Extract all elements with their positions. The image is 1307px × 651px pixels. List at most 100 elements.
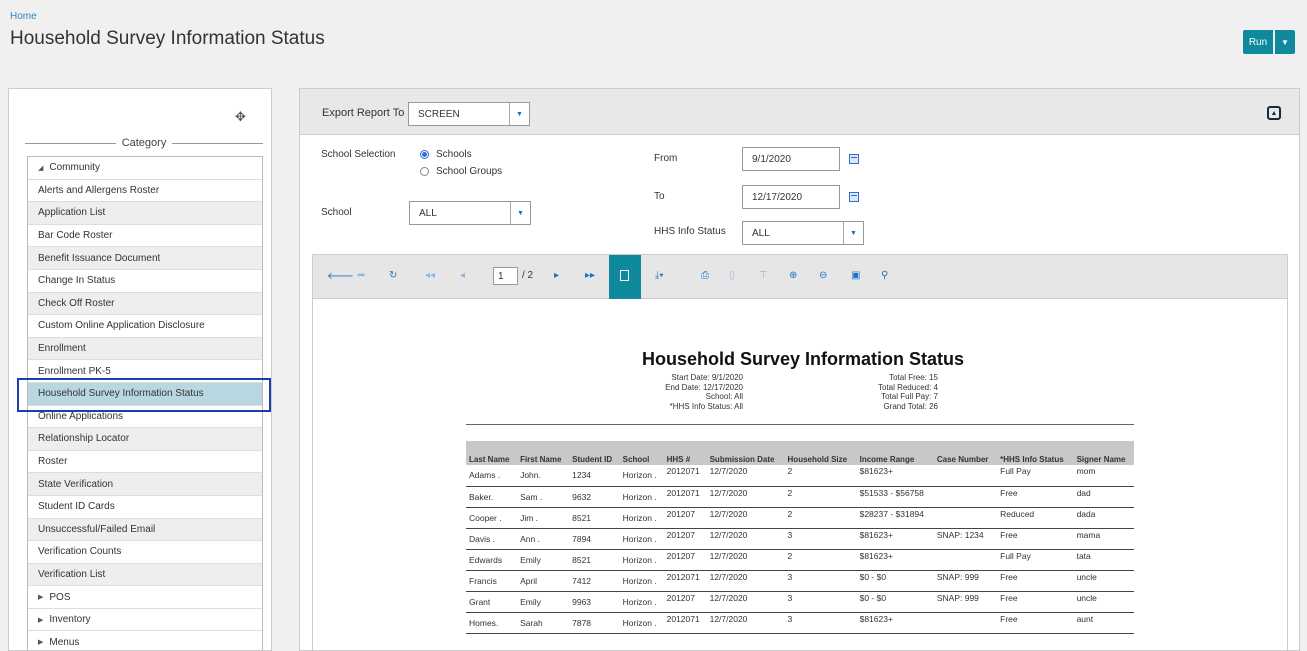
next-page-icon[interactable]: ▸ [554,270,559,281]
table-cell: Sarah [517,612,570,634]
previous-page-icon: ◂ [460,270,466,281]
table-cell: 9632 [569,486,620,508]
sidebar-item[interactable]: Unsuccessful/Failed Email [28,518,262,542]
sidebar-item-label: Enrollment PK-5 [38,365,111,377]
move-icon[interactable]: ✥ [235,109,246,125]
caret-down-icon: ◢ [38,164,44,172]
column-header: Submission Date [706,441,785,465]
table-cell: 3 [784,528,857,550]
sidebar-item-label: Verification Counts [38,546,122,558]
table-cell: Horizon . [619,465,664,487]
radio-schools[interactable] [420,150,429,159]
radio-school-groups[interactable] [420,167,429,176]
viewer-toolbar: 🡐 ➦ ↻ ◂◂ ◂ 1 / 2 ▸ ▸▸ ⤓▾ ⎙ ▯ ⊤ ⊕ ⊖ ▣ ⚲ [313,255,1287,299]
table-cell: 12/7/2020 [706,465,785,487]
calendar-icon[interactable] [849,154,859,164]
table-row: Davis . Ann . 7894 Horizon . 201207 12/7/2020… [466,528,1134,550]
report-options-panel: Export Report To SCREEN ▼ ▲ School Selec… [299,88,1300,651]
sidebar-item[interactable]: Enrollment PK-5 [28,360,262,383]
hhs-status-select[interactable]: ALL ▼ [742,221,864,245]
sidebar-item-label: Custom Online Application Disclosure [38,320,205,332]
breadcrumb-home[interactable]: Home [10,11,37,22]
table-cell: Free [997,612,1074,634]
column-header: HHS # [663,441,707,465]
to-date-input[interactable]: 12/17/2020 [742,185,840,209]
zoom-out-icon[interactable]: ⊖ [819,270,827,281]
column-header: Case Number [933,441,998,465]
table-cell: 2 [784,486,857,508]
collapse-icon[interactable]: ▲ [1267,106,1281,120]
zoom-in-icon[interactable]: ⊕ [789,270,797,281]
sidebar-item[interactable]: Custom Online Application Disclosure [28,315,262,338]
column-header: Income Range [856,441,934,465]
back-icon[interactable]: 🡐 [327,270,354,282]
run-options-dropdown[interactable]: ▼ [1275,30,1295,54]
sidebar-item[interactable]: Change In Status [28,270,262,293]
table-row: Francis April 7412 Horizon . 2012071 12/7/202… [466,570,1134,592]
sidebar-item[interactable]: Application List [28,202,262,225]
table-cell: uncle [1073,570,1134,592]
column-header: Household Size [784,441,857,465]
table-cell: Horizon . [619,507,664,529]
print-page-icon: ▯ [729,270,735,281]
table-cell: $51533 - $56758 [856,486,934,508]
sidebar-item[interactable]: Bar Code Roster [28,225,262,248]
sidebar-item-label: Change In Status [38,275,116,287]
export-select[interactable]: SCREEN ▼ [408,102,530,126]
sidebar-item[interactable]: Enrollment [28,337,262,361]
sidebar-item[interactable]: Household Survey Information Status [28,382,262,406]
sidebar-item[interactable]: Verification List [28,563,262,587]
school-selection-label: School Selection [321,149,396,160]
refresh-icon[interactable]: ↻ [389,270,397,281]
sidebar-item-label: Bar Code Roster [38,230,113,242]
table-cell: SNAP: 999 [933,591,998,613]
sidebar-item[interactable]: ◢ Community [28,157,262,180]
sidebar-item[interactable]: Alerts and Allergens Roster [28,180,262,203]
export-icon[interactable]: ⤓▾ [655,270,664,281]
table-cell: April [517,570,570,592]
sidebar-item[interactable]: Check Off Roster [28,292,262,316]
fit-page-icon[interactable]: ▣ [851,270,860,281]
last-page-icon[interactable]: ▸▸ [585,270,595,281]
table-cell: 12/7/2020 [706,528,785,550]
from-date-input[interactable]: 9/1/2020 [742,147,840,171]
calendar-icon[interactable] [849,192,859,202]
search-icon[interactable]: ⚲ [881,270,888,281]
sidebar-item[interactable]: Roster [28,451,262,474]
school-select[interactable]: ALL ▼ [409,201,531,225]
column-header: Signer Name [1073,441,1134,465]
chevron-down-icon: ▼ [510,202,530,224]
sidebar-item[interactable]: State Verification [28,473,262,496]
sidebar-item-label: Roster [38,456,68,468]
sidebar-item[interactable]: ▶ POS [28,586,262,609]
table-row: Grant Emily 9963 Horizon . 201207 12/7/2020 3 $… [466,591,1134,613]
sidebar-item[interactable]: Benefit Issuance Document [28,247,262,270]
sidebar-item[interactable]: Relationship Locator [28,428,262,451]
sidebar-item[interactable]: ▶ Menus [28,631,262,650]
to-date-value: 12/17/2020 [752,191,803,203]
print-icon[interactable]: ⎙ [701,270,709,281]
table-cell: $28237 - $31894 [856,507,934,529]
table-cell: 201207 [663,528,707,550]
table-cell: Emily [517,549,570,571]
sidebar-item[interactable]: Verification Counts [28,541,262,564]
table-cell: Free [997,486,1074,508]
table-cell: 2012071 [663,486,707,508]
table-row: Adams . John. 1234 Horizon . 2012071 12/7/202… [466,465,1134,487]
sidebar-item[interactable]: Student ID Cards [28,496,262,519]
run-button[interactable]: Run [1243,30,1273,54]
table-cell: 12/7/2020 [706,612,785,634]
table-cell: dad [1073,486,1134,508]
sidebar-item-label: Check Off Roster [38,297,115,309]
table-cell: Full Pay [997,465,1074,487]
school-label: School [321,207,352,218]
page-number-input[interactable]: 1 [493,267,518,285]
export-bar: Export Report To SCREEN ▼ ▲ [300,89,1299,135]
print-layout-button[interactable] [609,255,641,299]
sidebar-item-label: Inventory [49,614,91,626]
table-cell: Horizon . [619,486,664,508]
sidebar-item-label: Household Survey Information Status [38,388,204,400]
sidebar-item[interactable]: Online Applications [28,406,262,429]
sidebar-item-label: Relationship Locator [38,433,130,445]
sidebar-item[interactable]: ▶ Inventory [28,609,262,632]
